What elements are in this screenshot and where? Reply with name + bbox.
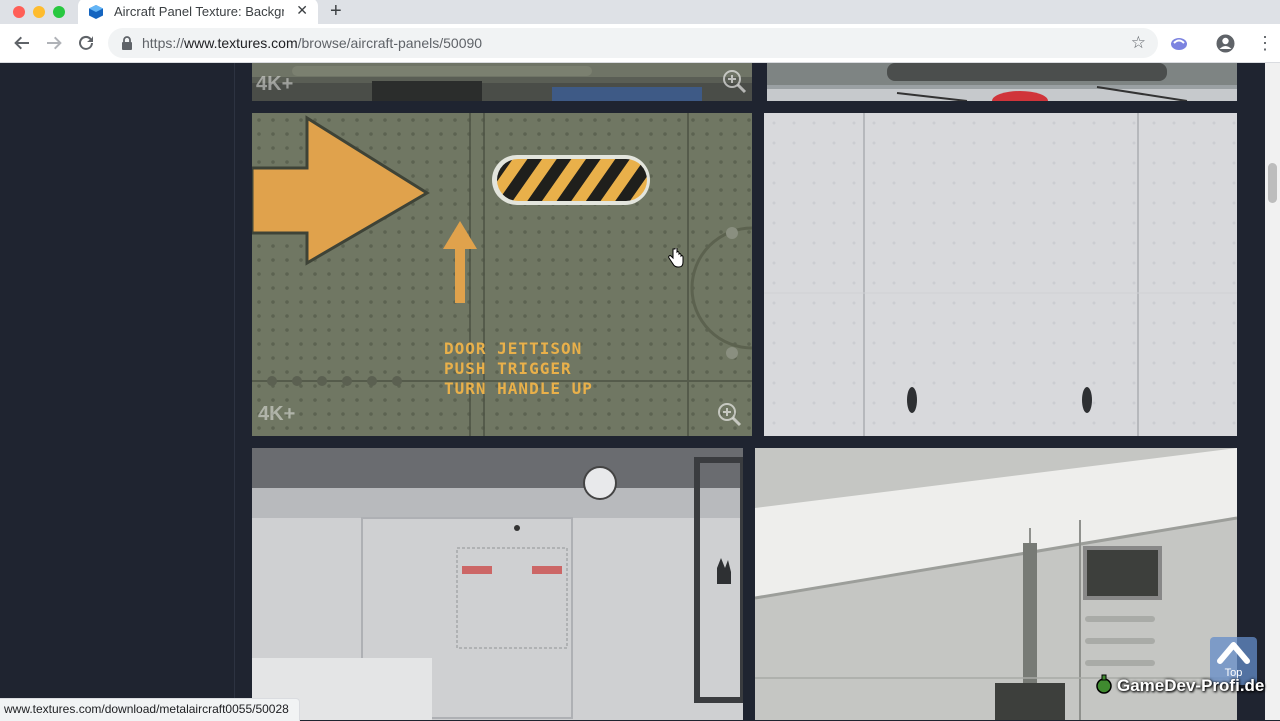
browser-toolbar: https://www.textures.com/browse/aircraft… xyxy=(0,24,1280,63)
zoom-in-icon[interactable] xyxy=(720,67,748,95)
minimize-window-button[interactable] xyxy=(33,6,45,18)
tab-strip: Aircraft Panel Texture: Backgro ✕ + xyxy=(0,0,1280,24)
stencil-text: DOOR JETTISON PUSH TRIGGER TURN HANDLE U… xyxy=(444,339,593,398)
page-content: 4K+ DOOR JETTISON PUSH TRIGGER TURN HAND… xyxy=(0,63,1280,720)
sidebar xyxy=(0,63,235,720)
back-arrow-icon xyxy=(14,36,29,50)
lock-icon xyxy=(122,36,132,50)
forward-button[interactable] xyxy=(44,33,64,53)
textures-favicon-icon xyxy=(89,5,103,19)
resolution-badge: 4K+ xyxy=(258,403,296,425)
profile-icon[interactable] xyxy=(1216,34,1235,53)
new-tab-button[interactable]: + xyxy=(330,0,342,22)
status-bar-url: www.textures.com/download/metalaircraft0… xyxy=(0,698,300,721)
page-scrollbar[interactable] xyxy=(1265,63,1280,720)
reload-icon xyxy=(79,35,93,50)
texture-thumbnail[interactable]: 4K+ xyxy=(252,63,752,101)
texture-thumbnail[interactable] xyxy=(767,63,1237,101)
tab-title: Aircraft Panel Texture: Backgro xyxy=(114,4,284,19)
address-bar[interactable]: https://www.textures.com/browse/aircraft… xyxy=(108,28,1158,58)
maximize-window-button[interactable] xyxy=(53,6,65,18)
texture-thumbnail[interactable]: DOOR JETTISON PUSH TRIGGER TURN HANDLE U… xyxy=(252,113,752,436)
url-text: https://www.textures.com/browse/aircraft… xyxy=(142,35,483,51)
gamedev-logo-icon xyxy=(1096,674,1112,694)
reload-button[interactable] xyxy=(76,33,96,53)
texture-thumbnail[interactable] xyxy=(252,448,743,720)
chevron-up-icon xyxy=(1217,642,1250,664)
scrollbar-thumb[interactable] xyxy=(1268,163,1277,203)
zoom-in-icon[interactable] xyxy=(715,400,743,428)
forward-arrow-icon xyxy=(47,36,62,50)
back-button[interactable] xyxy=(12,33,32,53)
active-tab[interactable]: Aircraft Panel Texture: Backgro ✕ xyxy=(78,0,318,24)
hand-cursor-icon xyxy=(668,248,684,268)
texture-thumbnail[interactable] xyxy=(764,113,1237,436)
close-tab-icon[interactable]: ✕ xyxy=(296,2,308,19)
extension-icon[interactable] xyxy=(1170,34,1188,52)
watermark: GameDev-Profi.de xyxy=(1095,674,1264,696)
menu-icon[interactable]: ⋮ xyxy=(1256,33,1274,54)
resolution-badge: 4K+ xyxy=(256,73,294,95)
bookmark-star-icon[interactable]: ☆ xyxy=(1131,33,1146,53)
close-window-button[interactable] xyxy=(13,6,25,18)
